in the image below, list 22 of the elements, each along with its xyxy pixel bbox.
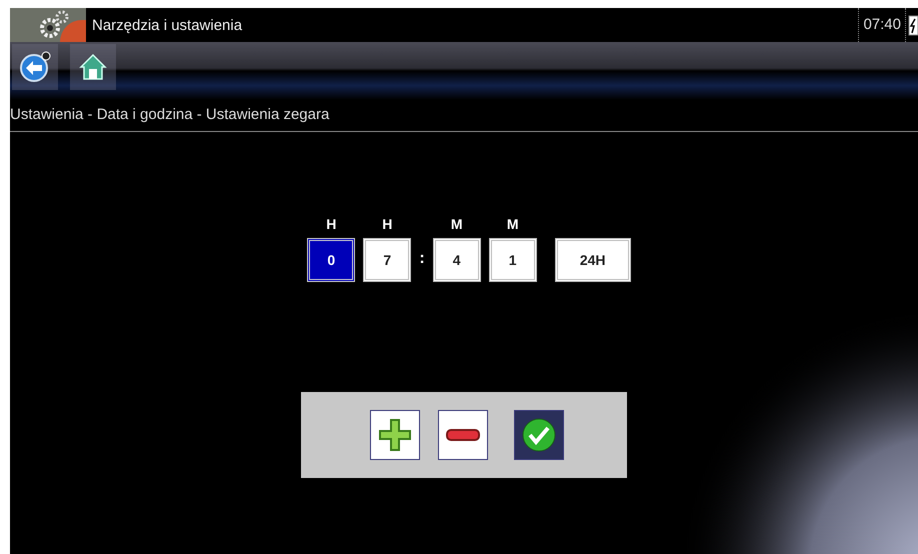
plus-icon: [377, 417, 413, 453]
minus-icon: [445, 428, 481, 442]
back-button[interactable]: [12, 44, 58, 90]
digit-field[interactable]: 7: [363, 238, 412, 282]
digit-label: M: [506, 216, 518, 232]
digit-field[interactable]: 0: [307, 238, 356, 282]
breadcrumb: Ustawienia - Data i godzina - Ustawienia zegara: [10, 100, 918, 132]
window-title: Narzędzia i ustawienia: [92, 16, 244, 34]
digit-label: H: [326, 216, 336, 232]
check-icon: [521, 417, 557, 453]
home-button[interactable]: [70, 44, 116, 90]
digit-field[interactable]: 1: [488, 238, 537, 282]
home-icon: [78, 52, 108, 82]
digit-label: M: [450, 216, 462, 232]
digit-field[interactable]: 4: [432, 238, 481, 282]
decrement-button[interactable]: [438, 410, 488, 460]
time-separator: :: [419, 249, 425, 269]
gear-icon[interactable]: [10, 8, 86, 42]
format-button[interactable]: 24H: [554, 238, 631, 282]
digit-label: H: [382, 216, 392, 232]
increment-button[interactable]: [370, 410, 420, 460]
confirm-button[interactable]: [514, 410, 564, 460]
